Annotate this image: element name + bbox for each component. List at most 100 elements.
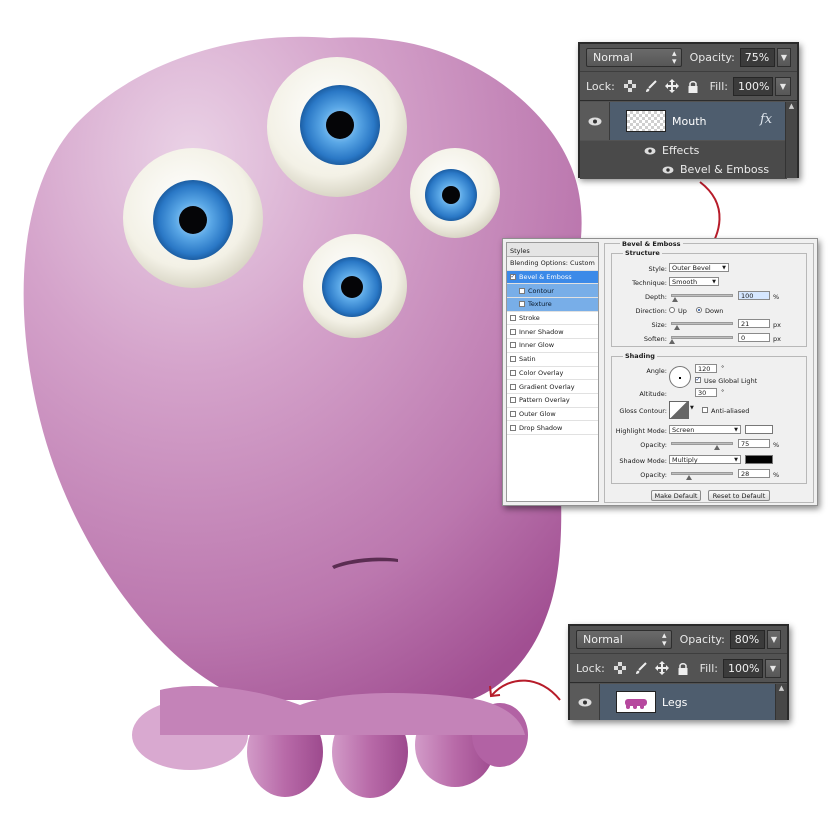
styles-header[interactable]: Styles (507, 243, 598, 257)
technique-value: Smooth (672, 277, 698, 286)
direction-down-radio[interactable] (696, 307, 702, 313)
depth-slider-knob[interactable] (672, 297, 678, 302)
highlight-mode-label: Highlight Mode: (615, 427, 667, 435)
style-item-checkbox[interactable] (510, 315, 516, 322)
style-item[interactable]: Texture (507, 298, 598, 312)
shadow-color-swatch[interactable] (745, 455, 773, 464)
highlight-mode-select[interactable]: Screen ▼ (669, 425, 741, 434)
style-item-label: Drop Shadow (519, 423, 563, 432)
altitude-input[interactable]: 30 (695, 388, 717, 397)
bevel-eye-icon[interactable] (662, 166, 674, 174)
style-item[interactable]: Inner Glow (507, 339, 598, 353)
opacity-dropdown-button[interactable]: ▼ (776, 48, 791, 67)
visibility-eye-icon[interactable] (570, 684, 600, 720)
style-select[interactable]: Outer Bevel ▼ (669, 263, 729, 272)
depth-slider[interactable] (671, 294, 733, 302)
scroll-up-icon[interactable]: ▲ (776, 684, 787, 694)
make-default-button[interactable]: Make Default (651, 490, 701, 501)
soften-input[interactable]: 0 (738, 333, 770, 342)
style-item-checkbox[interactable] (510, 410, 516, 417)
layer-style-dialog: Styles Blending Options: Custom ✓ Bevel &… (502, 238, 818, 506)
style-item-checkbox[interactable] (510, 383, 516, 390)
opacity-dropdown-button[interactable]: ▼ (766, 630, 781, 649)
shadow-mode-select[interactable]: Multiply ▼ (669, 455, 741, 464)
opacity-label: Opacity: (679, 633, 725, 646)
blend-mode-select[interactable]: Normal ▴ ▾ (576, 630, 672, 649)
style-item-checkbox[interactable] (519, 301, 525, 308)
lock-all-icon[interactable] (676, 661, 690, 675)
fill-input[interactable]: 100% (723, 658, 763, 678)
gloss-contour-picker[interactable] (669, 401, 689, 419)
style-item[interactable]: Color Overlay (507, 367, 598, 381)
style-item-checkbox[interactable] (510, 397, 516, 404)
style-item-checkbox[interactable] (510, 342, 516, 349)
shadow-opacity-input[interactable]: 28 (738, 469, 770, 478)
blending-options-item[interactable]: Blending Options: Custom (507, 257, 598, 271)
soften-slider-knob[interactable] (669, 339, 675, 344)
blend-mode-value: Normal (593, 51, 633, 64)
blend-mode-select[interactable]: Normal ▴ ▾ (586, 48, 682, 67)
fill-dropdown-button[interactable]: ▼ (765, 658, 781, 678)
fill-input[interactable]: 100% (733, 76, 773, 96)
fill-dropdown-button[interactable]: ▼ (775, 76, 791, 96)
scroll-up-icon[interactable]: ▲ (786, 102, 797, 112)
size-input[interactable]: 21 (738, 319, 770, 328)
gloss-contour-dropdown-icon[interactable]: ▼ (690, 405, 694, 411)
style-item[interactable]: Satin (507, 353, 598, 367)
style-item-checkbox[interactable] (510, 356, 516, 363)
style-item[interactable]: Outer Glow (507, 408, 598, 422)
style-item[interactable]: Gradient Overlay (507, 380, 598, 394)
angle-dial[interactable] (669, 366, 691, 388)
angle-dial-dot (679, 377, 681, 379)
style-item-checkbox[interactable]: ✓ (510, 274, 516, 281)
highlight-opacity-slider[interactable] (671, 442, 733, 450)
shadow-opacity-slider[interactable] (671, 472, 733, 480)
lock-move-icon[interactable] (654, 661, 669, 675)
style-item-checkbox[interactable] (519, 287, 525, 294)
highlight-opacity-input[interactable]: 75 (738, 439, 770, 448)
size-slider-knob[interactable] (673, 325, 680, 330)
style-item-checkbox[interactable] (510, 328, 516, 335)
layers-panel-mouth: Normal ▴ ▾ Opacity: 75% ▼ Lock: Fill: 100… (578, 42, 799, 179)
style-item[interactable]: Drop Shadow (507, 421, 598, 435)
direction-up-radio[interactable] (669, 307, 675, 313)
reset-to-default-button[interactable]: Reset to Default (708, 490, 770, 501)
highlight-color-swatch[interactable] (745, 425, 773, 434)
dropdown-arrow-icon: ▼ (734, 456, 738, 463)
layers-scrollbar[interactable]: ▲ (775, 684, 787, 720)
anti-aliased-checkbox[interactable] (702, 407, 708, 413)
angle-input[interactable]: 120 (695, 364, 717, 373)
lock-transparent-pixels-icon[interactable] (613, 661, 627, 675)
fx-icon[interactable]: fx (760, 112, 772, 127)
size-slider[interactable] (671, 322, 733, 330)
style-item[interactable]: ✓ Bevel & Emboss (507, 270, 598, 285)
effects-row[interactable]: Effects (580, 141, 787, 160)
lock-move-icon[interactable] (664, 79, 679, 93)
style-item[interactable]: Contour (507, 284, 598, 299)
lock-brush-icon[interactable] (644, 79, 658, 93)
size-unit: px (773, 321, 781, 329)
layers-scrollbar[interactable]: ▲ (785, 102, 797, 178)
soften-slider[interactable] (669, 336, 733, 344)
lock-all-icon[interactable] (686, 79, 700, 93)
opacity-input[interactable]: 80% (729, 630, 765, 649)
depth-input[interactable]: 100 (738, 291, 770, 300)
opacity-input[interactable]: 75% (739, 48, 775, 67)
style-item[interactable]: Pattern Overlay (507, 394, 598, 408)
layer-row-legs[interactable]: Legs (570, 684, 777, 720)
style-item[interactable]: Stroke (507, 312, 598, 326)
visibility-eye-icon[interactable] (580, 102, 610, 140)
effect-row-bevel[interactable]: Bevel & Emboss (580, 160, 787, 179)
style-item-checkbox[interactable] (510, 424, 516, 431)
eye-top (267, 57, 407, 197)
layer-row-mouth[interactable]: Mouth fx (580, 102, 787, 140)
style-item-checkbox[interactable] (510, 369, 516, 376)
lock-transparent-pixels-icon[interactable] (623, 79, 637, 93)
highlight-opacity-knob[interactable] (714, 445, 720, 450)
style-item[interactable]: Inner Shadow (507, 325, 598, 340)
shadow-opacity-knob[interactable] (685, 475, 692, 480)
global-light-checkbox[interactable]: ✓ (695, 377, 701, 383)
effects-eye-icon[interactable] (644, 147, 656, 155)
technique-select[interactable]: Smooth ▼ (669, 277, 719, 286)
lock-brush-icon[interactable] (634, 661, 648, 675)
